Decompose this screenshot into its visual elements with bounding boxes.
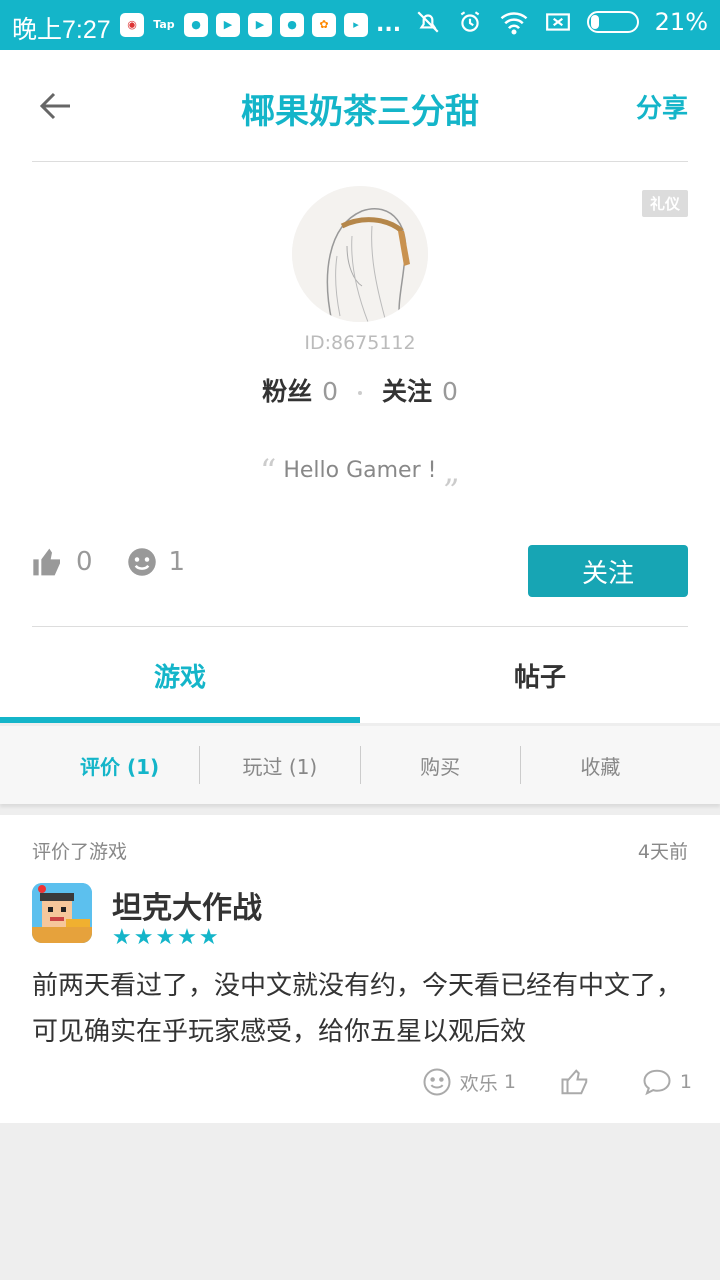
user-reactions: 0 1 xyxy=(32,547,185,577)
netease-music-icon: ◉ xyxy=(120,12,144,37)
subtab-reviews[interactable]: 评价 (1) xyxy=(40,726,199,804)
user-tag[interactable]: 礼仪 xyxy=(641,190,688,217)
no-sim-icon xyxy=(545,13,570,31)
taptap-icon: Tap xyxy=(153,18,175,31)
fun-reaction-button[interactable]: 欢乐 1 xyxy=(422,1067,516,1097)
bio-text: Hello Gamer ! xyxy=(283,458,437,483)
thumbs-up-outline-icon xyxy=(561,1069,588,1095)
tab-indicator xyxy=(0,717,360,723)
open-quote-icon: “ xyxy=(259,452,277,490)
game-icon[interactable] xyxy=(32,883,92,943)
main-tabs: 游戏 帖子 xyxy=(0,627,720,723)
more-notifications-icon: ... xyxy=(376,12,402,37)
play-store-icon: ▶ xyxy=(248,12,272,37)
profile-section: 礼仪 ID:8675112 粉丝 0 关注 0 “ Hello Gamer ! „ 0 xyxy=(0,162,720,627)
following-count[interactable]: 0 xyxy=(442,377,458,406)
stats-separator xyxy=(358,391,362,395)
status-time: 晚上7:27 xyxy=(12,16,111,44)
comment-button[interactable]: 1 xyxy=(642,1068,692,1096)
play-store-icon: ▶ xyxy=(216,12,240,37)
review-actions: 欢乐 1 1 xyxy=(378,1067,692,1097)
subtab-played[interactable]: 玩过 (1) xyxy=(200,726,359,804)
subtab-favorites[interactable]: 收藏 xyxy=(521,726,680,804)
battery-icon xyxy=(586,11,639,33)
smiley-icon xyxy=(127,548,156,576)
comment-count: 1 xyxy=(679,1071,692,1093)
rating-stars: ★★★★★ xyxy=(112,925,221,950)
review-card[interactable]: 评价了游戏 4天前 坦克大作战 ★★★★★ 前两天看过了，没中文就没有约，今天看… xyxy=(0,815,720,1123)
header: 椰果奶茶三分甜 分享 xyxy=(0,50,720,162)
sub-tabs: 评价 (1) 玩过 (1) 购买 收藏 xyxy=(0,726,720,804)
thumbs-up-icon xyxy=(33,548,60,576)
avatar-sketch xyxy=(292,186,428,322)
like-review-button[interactable] xyxy=(560,1067,598,1097)
wifi-icon xyxy=(500,12,527,35)
app-notification-icon: ● xyxy=(280,12,304,37)
close-quote-icon: „ xyxy=(443,452,461,490)
like-count: 0 xyxy=(76,547,93,577)
user-bio: “ Hello Gamer ! „ xyxy=(0,452,720,490)
review-text: 前两天看过了，没中文就没有约，今天看已经有中文了，可见确实在乎玩家感受，给你五星… xyxy=(32,971,683,1047)
page-title: 椰果奶茶三分甜 xyxy=(241,92,479,132)
fans-count[interactable]: 0 xyxy=(322,377,338,406)
game-title[interactable]: 坦克大作战 xyxy=(112,883,262,927)
following-label[interactable]: 关注 xyxy=(382,377,432,406)
silent-bell-icon xyxy=(417,11,439,33)
subtab-purchased[interactable]: 购买 xyxy=(361,726,520,804)
battery-percent: 21% xyxy=(654,8,708,36)
status-right: 21% xyxy=(415,8,708,36)
smile-outline-icon xyxy=(423,1068,451,1096)
smile-stat[interactable]: 1 xyxy=(127,547,186,577)
review-meta: 评价了游戏 xyxy=(32,841,128,863)
follow-stats: 粉丝 0 关注 0 xyxy=(0,372,720,408)
follow-button[interactable]: 关注 xyxy=(528,545,688,597)
tank-game-art xyxy=(32,883,92,943)
avatar[interactable] xyxy=(292,186,428,322)
app-notification-icon: ● xyxy=(184,12,208,37)
tab-games[interactable]: 游戏 xyxy=(0,627,360,723)
fans-label[interactable]: 粉丝 xyxy=(262,377,312,406)
notification-icons: ◉ Tap ● ▶ ▶ ● ✿ ▸ ... xyxy=(120,12,401,37)
user-id: ID:8675112 xyxy=(304,332,416,354)
like-stat[interactable]: 0 xyxy=(32,547,93,577)
video-app-icon: ▸ xyxy=(344,12,368,37)
alarm-icon xyxy=(460,11,479,32)
review-time: 4天前 xyxy=(637,841,688,863)
share-button[interactable]: 分享 xyxy=(636,88,688,125)
status-bar: 晚上7:27 ◉ Tap ● ▶ ▶ ● ✿ ▸ ... 21% xyxy=(0,0,720,50)
comment-icon xyxy=(643,1069,671,1096)
fun-label: 欢乐 xyxy=(459,1072,498,1095)
uc-browser-icon: ✿ xyxy=(312,12,336,37)
fun-count: 1 xyxy=(503,1071,516,1093)
tab-posts[interactable]: 帖子 xyxy=(360,627,720,723)
smile-count: 1 xyxy=(168,547,186,577)
